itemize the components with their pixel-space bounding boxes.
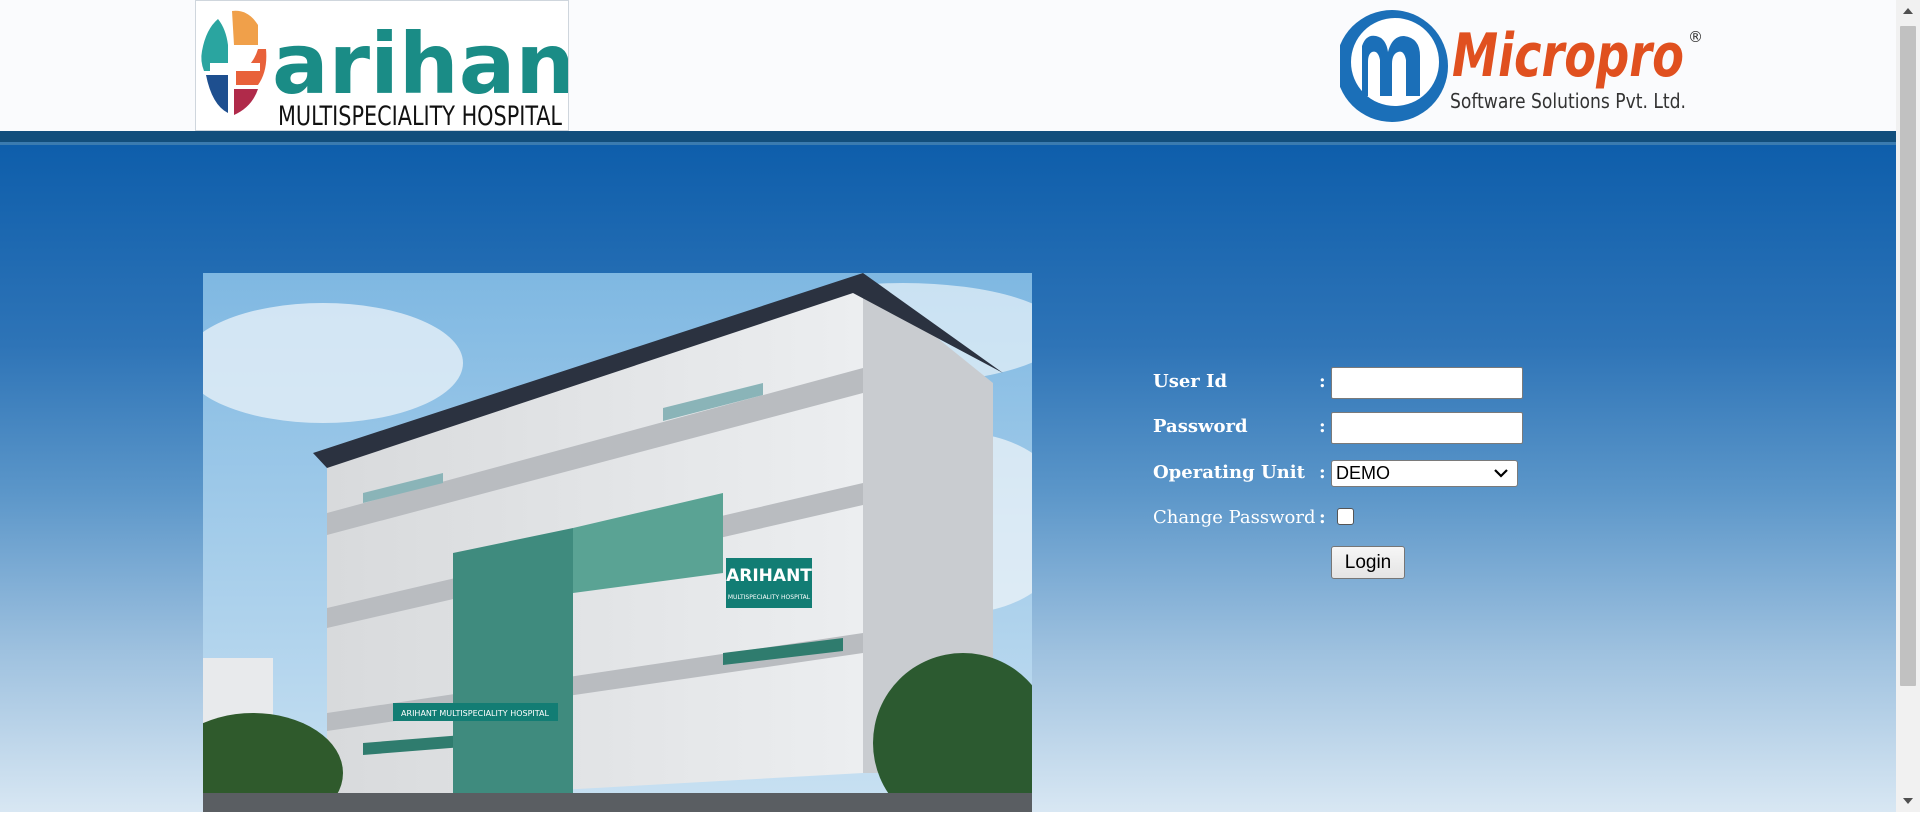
registered-mark: ® [1688,28,1703,46]
cross-emblem-icon [201,10,267,115]
micropro-name: Micropro [1452,21,1684,91]
micropro-logo-graphic: Micropro ® Software Solutions Pvt. Ltd. [1336,10,1703,122]
change-password-colon: : [1319,507,1326,528]
change-password-label: Change Password [1153,507,1316,528]
scrollbar-thumb[interactable] [1900,26,1916,686]
operating-unit-value: DEMO [1336,463,1390,483]
operating-unit-colon: : [1319,462,1326,483]
canopy-sign: ARIHANT MULTISPECIALITY HOSPITAL [401,709,549,718]
operating-unit-select[interactable]: DEMO [1331,460,1518,487]
hospital-building-image: ARIHANT MULTISPECIALITY HOSPITAL ARIHANT… [203,273,1032,812]
operating-unit-label: Operating Unit [1153,462,1305,483]
chevron-down-icon [1493,463,1509,490]
micropro-m-icon [1336,10,1448,122]
arrow-up-icon[interactable] [1896,0,1920,22]
micropro-tagline: Software Solutions Pvt. Ltd. [1450,89,1686,113]
building-sign-sub: MULTISPECIALITY HOSPITAL [728,594,811,601]
password-input[interactable] [1331,412,1523,444]
vertical-scrollbar[interactable] [1896,0,1920,812]
password-label: Password [1153,416,1248,437]
user-id-colon: : [1319,371,1326,392]
header: arihant MULTISPECIALITY HOSPITAL Micropr… [0,0,1896,132]
header-divider [0,131,1896,142]
building-sign: ARIHANT [726,566,812,586]
arrow-down-icon[interactable] [1896,790,1920,812]
login-button[interactable]: Login [1331,546,1405,579]
user-id-input[interactable] [1331,367,1523,399]
micropro-logo: Micropro ® Software Solutions Pvt. Ltd. [1336,6,1705,126]
hospital-logo-word: arihant [272,15,568,113]
user-id-label: User Id [1153,371,1228,392]
change-password-checkbox[interactable] [1337,508,1354,525]
hospital-logo: arihant MULTISPECIALITY HOSPITAL [195,0,615,132]
password-colon: : [1319,416,1326,437]
hospital-logo-subtitle: MULTISPECIALITY HOSPITAL [278,101,562,130]
hospital-logo-graphic: arihant MULTISPECIALITY HOSPITAL [201,10,615,132]
